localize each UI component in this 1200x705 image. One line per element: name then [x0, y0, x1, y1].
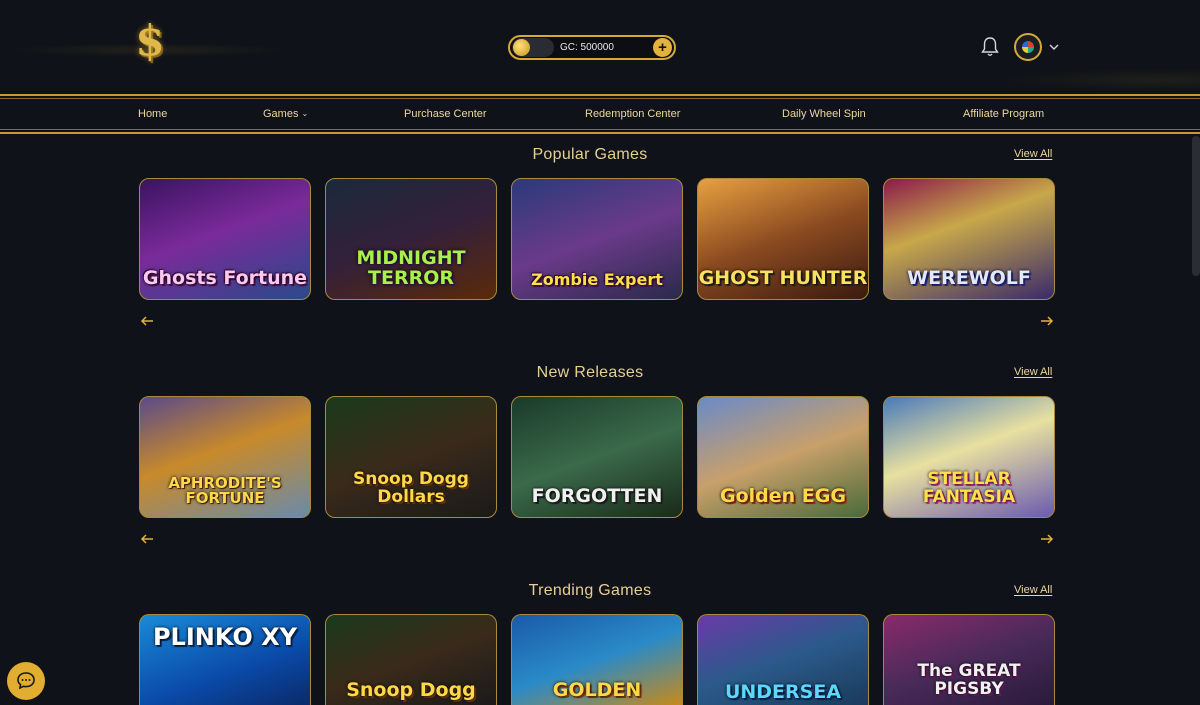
chevron-down-icon[interactable]	[1047, 40, 1061, 54]
nav-redemption-center[interactable]: Redemption Center	[585, 108, 680, 120]
game-card[interactable]: UNDERSEA	[697, 614, 869, 705]
game-card[interactable]: GHOST HUNTER	[697, 178, 869, 300]
game-card-title: FORGOTTEN	[531, 485, 663, 508]
section-title-popular: Popular Games	[532, 146, 648, 163]
game-card[interactable]: Snoop Dogg Dollars	[325, 396, 497, 518]
game-card[interactable]: APHRODITE'S FORTUNE	[139, 396, 311, 518]
nav-affiliate-program[interactable]: Affiliate Program	[963, 108, 1044, 120]
game-card-title: Snoop Dogg Dollars	[353, 469, 469, 508]
game-card-title: STELLAR FANTASIA	[922, 469, 1016, 508]
nav-games-label: Games	[263, 108, 299, 120]
game-card[interactable]: Ghosts Fortune	[139, 178, 311, 300]
game-card[interactable]: PLINKO XY	[139, 614, 311, 705]
coin-icon	[513, 39, 530, 56]
game-card[interactable]: Zombie Expert	[511, 178, 683, 300]
nav-games[interactable]: Games ⌄	[263, 108, 308, 120]
site-logo[interactable]: $	[132, 16, 168, 65]
game-card-title: MIDNIGHT TERROR	[356, 247, 466, 290]
game-card[interactable]: Golden EGG	[697, 396, 869, 518]
game-card[interactable]: MIDNIGHT TERROR	[325, 178, 497, 300]
view-all-popular-link[interactable]: View All	[1014, 148, 1052, 160]
gold-coin-balance[interactable]: GC: 500000 +	[508, 35, 676, 60]
game-card-title: APHRODITE'S FORTUNE	[168, 473, 282, 508]
avatar-image	[1022, 41, 1034, 53]
game-card[interactable]: FORGOTTEN	[511, 396, 683, 518]
nav-daily-wheel-spin[interactable]: Daily Wheel Spin	[782, 108, 866, 120]
arrow-right-icon[interactable]	[1040, 534, 1054, 544]
arrow-left-icon[interactable]	[140, 316, 154, 326]
currency-toggle[interactable]	[512, 38, 554, 57]
game-card[interactable]: WEREWOLF	[883, 178, 1055, 300]
chat-button[interactable]	[7, 662, 45, 700]
chevron-down-icon: ⌄	[301, 109, 309, 118]
nav-home[interactable]: Home	[138, 108, 167, 120]
game-card-title: Golden EGG	[720, 485, 846, 508]
game-card-title: The GREAT PIGSBY	[917, 661, 1021, 700]
user-avatar[interactable]	[1014, 33, 1042, 61]
arrow-left-icon[interactable]	[140, 534, 154, 544]
game-card-title: GHOST HUNTER	[698, 267, 868, 290]
main-nav: Home Games ⌄ Purchase Center Redemption C…	[0, 94, 1200, 134]
section-title-new-releases: New Releases	[536, 364, 644, 381]
game-card-title: PLINKO XY	[152, 623, 298, 651]
page-scrollbar[interactable]	[1192, 136, 1200, 276]
game-card-title: UNDERSEA	[724, 681, 842, 704]
game-card[interactable]: STELLAR FANTASIA	[883, 396, 1055, 518]
game-card[interactable]: Snoop Dogg	[325, 614, 497, 705]
site-header: $ GC: 500000 +	[0, 0, 1200, 94]
section-title-trending: Trending Games	[528, 582, 652, 599]
game-card-title: Ghosts Fortune	[142, 267, 308, 290]
view-all-new-releases-link[interactable]: View All	[1014, 366, 1052, 378]
game-card[interactable]: GOLDEN	[511, 614, 683, 705]
chat-bubble-icon	[17, 672, 35, 690]
bell-icon[interactable]	[980, 36, 1000, 58]
view-all-trending-link[interactable]: View All	[1014, 584, 1052, 596]
nav-purchase-center[interactable]: Purchase Center	[404, 108, 487, 120]
arrow-right-icon[interactable]	[1040, 316, 1054, 326]
add-coins-button[interactable]: +	[653, 38, 672, 57]
game-card-title: GOLDEN	[552, 679, 642, 702]
gc-balance-text: GC: 500000	[560, 42, 614, 53]
game-card-title: Zombie Expert	[531, 270, 663, 290]
game-card-title: Snoop Dogg	[346, 679, 476, 702]
game-card[interactable]: The GREAT PIGSBY	[883, 614, 1055, 705]
game-card-title: WEREWOLF	[907, 267, 1031, 290]
